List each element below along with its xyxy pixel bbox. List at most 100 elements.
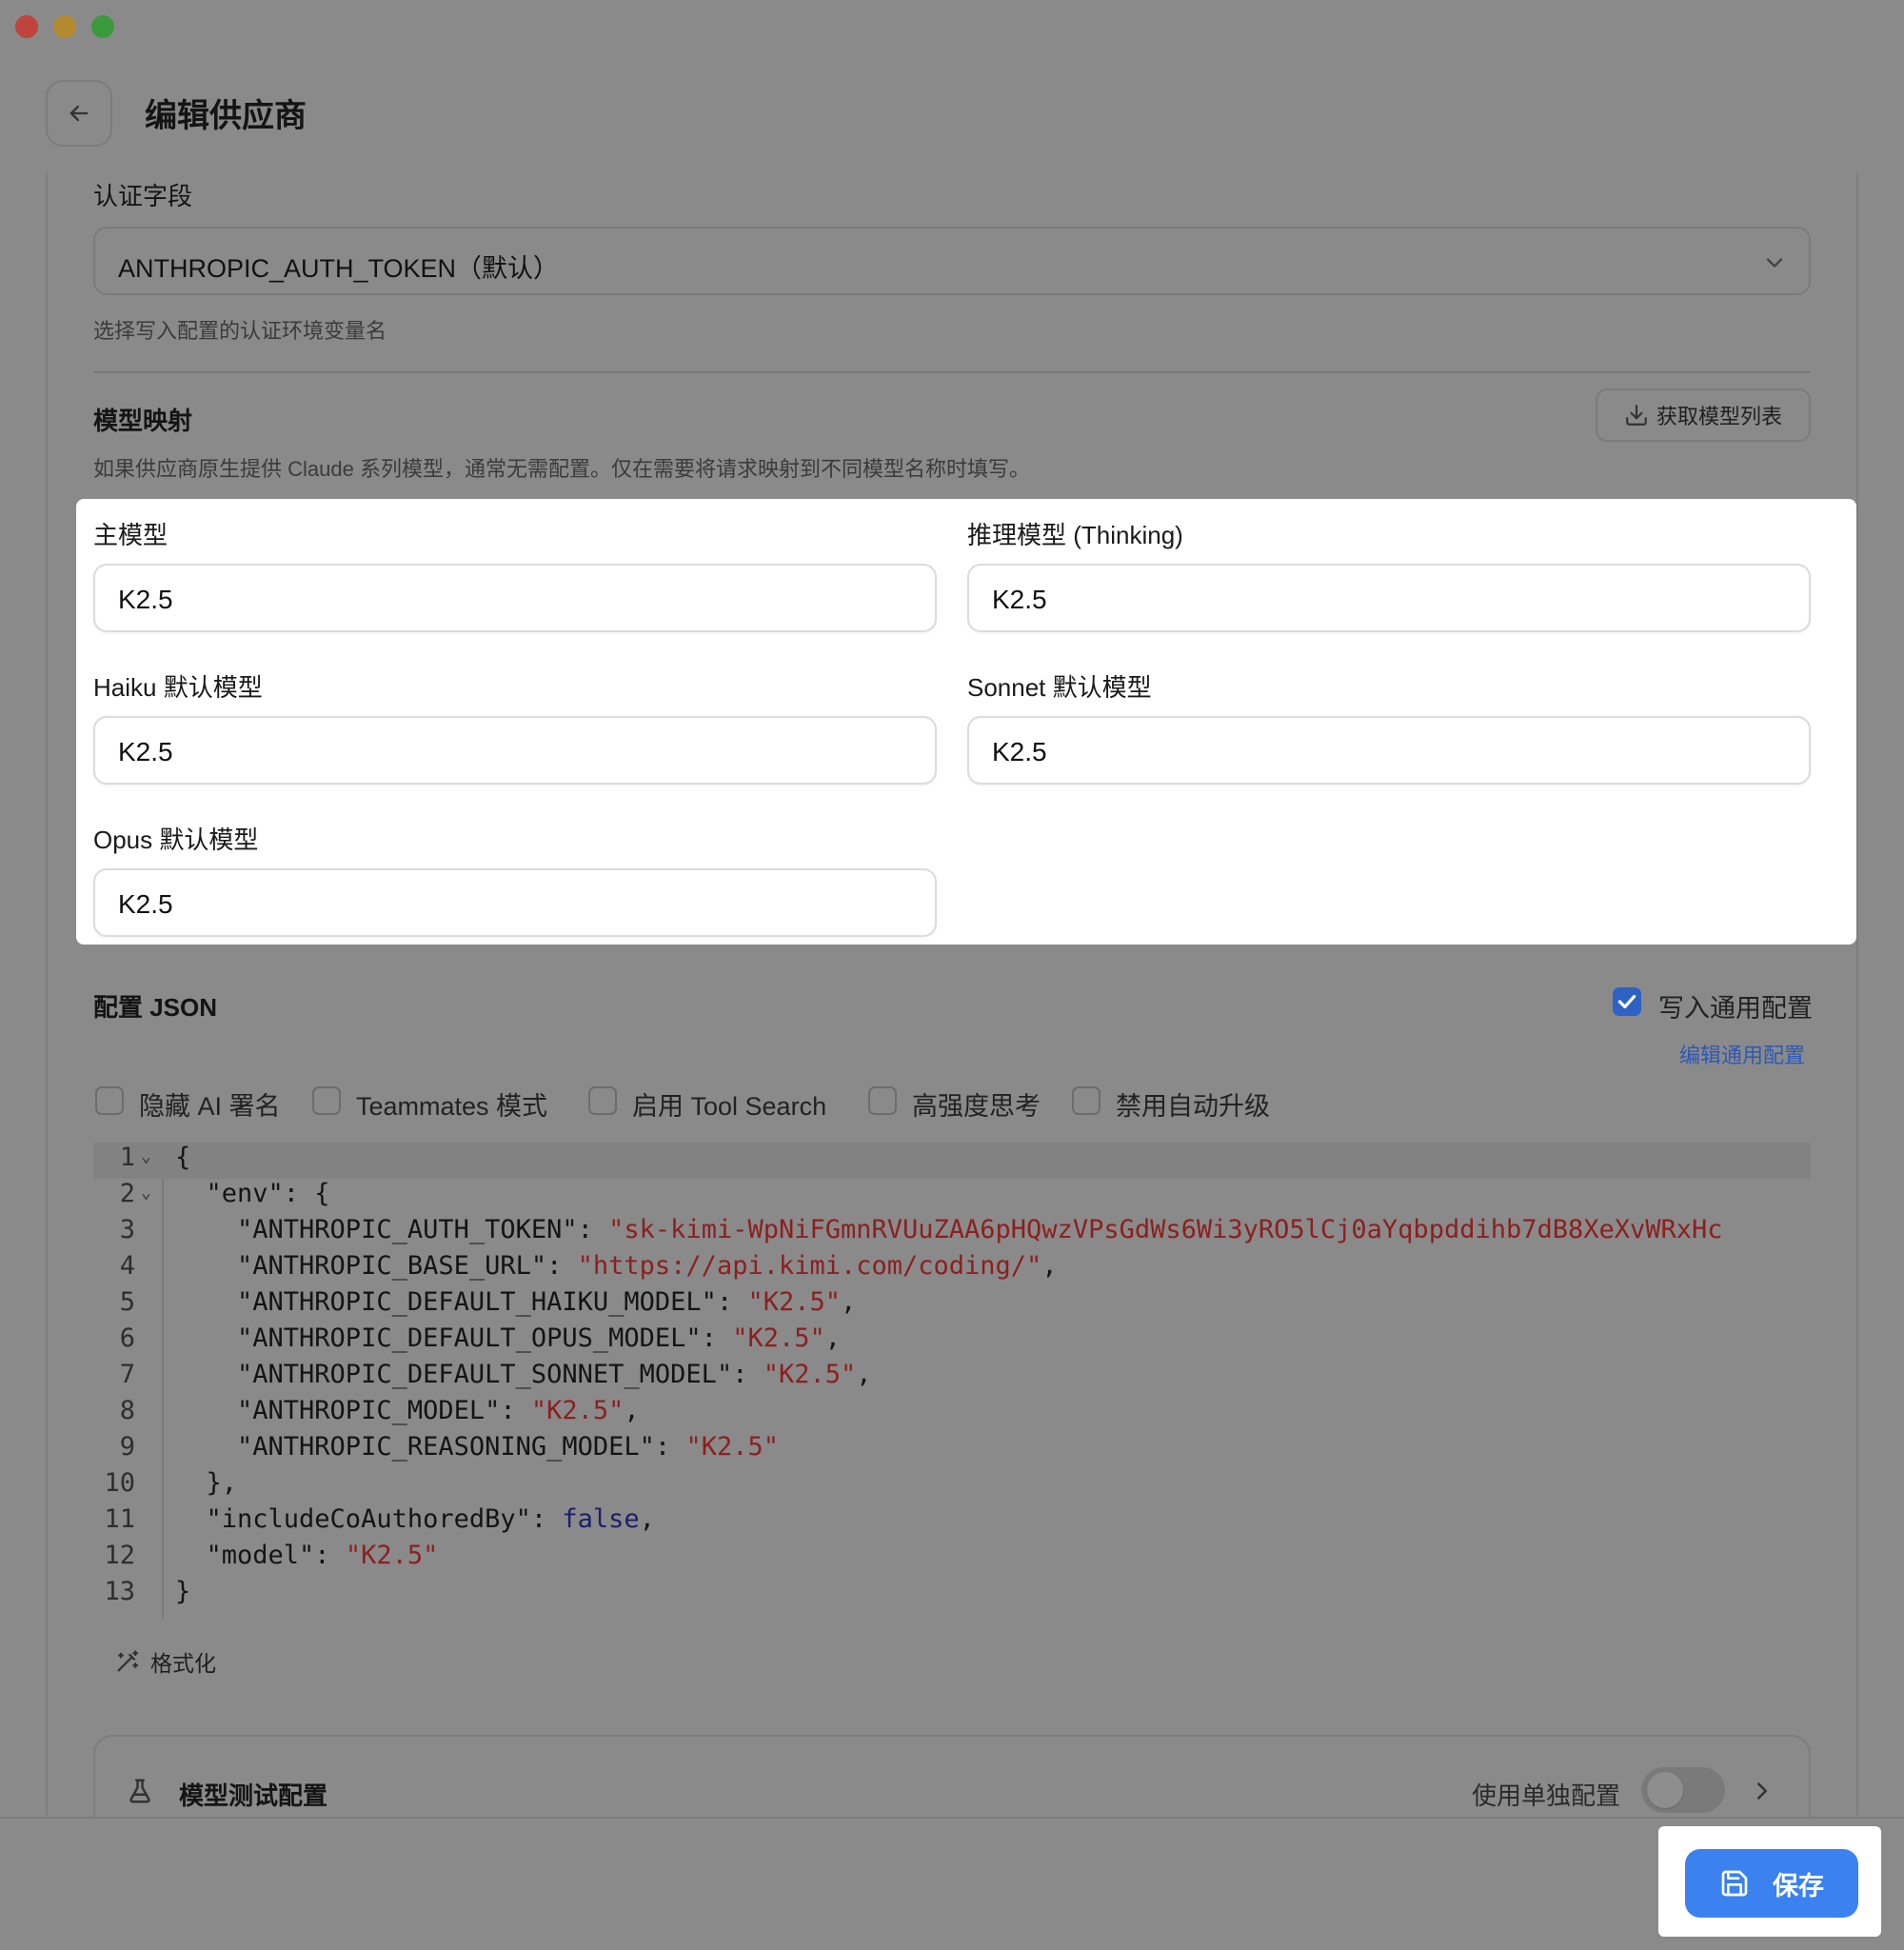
code-line: 10 }, [93, 1468, 1811, 1504]
json-string-token: "sk-kimi-WpNiFGmnRVUuZAA6pHQwzVPsGdWs6Wi… [608, 1215, 1723, 1244]
opus-model-input[interactable]: K2.5 [93, 868, 937, 937]
code-line: 2 ⌄ "env": { [93, 1179, 1811, 1215]
json-string-token: "K2.5" [685, 1432, 779, 1462]
enable-tool-search-checkbox[interactable] [588, 1086, 617, 1115]
line-number: 2 [119, 1179, 135, 1208]
code-text: "ANTHROPIC_DEFAULT_OPUS_MODEL": "K2.5", [175, 1323, 841, 1353]
auth-field-value: ANTHROPIC_AUTH_TOKEN（默认） [118, 254, 560, 283]
enable-tool-search-label: 启用 Tool Search [632, 1092, 827, 1121]
sonnet-model-value: K2.5 [992, 737, 1047, 766]
line-number: 3 [119, 1215, 135, 1244]
json-string-token: "K2.5" [763, 1360, 857, 1389]
line-number: 9 [119, 1432, 135, 1462]
code-text: "env": { [175, 1179, 330, 1208]
fetch-model-list-button[interactable]: 获取模型列表 [1596, 388, 1811, 442]
code-text: "ANTHROPIC_REASONING_MODEL": "K2.5" [175, 1432, 779, 1462]
code-text: "ANTHROPIC_DEFAULT_HAIKU_MODEL": "K2.5", [175, 1287, 856, 1317]
fold-toggle-icon[interactable]: ⌄ [141, 1183, 151, 1203]
zoom-window-button[interactable] [91, 15, 114, 38]
line-number: 1 [119, 1143, 135, 1172]
line-number: 10 [104, 1468, 135, 1498]
use-separate-config-toggle[interactable] [1641, 1767, 1725, 1813]
json-config-title: 配置 JSON [93, 993, 218, 1022]
model-mapping-panel: 主模型 K2.5 推理模型 (Thinking) K2.5 Haiku 默认模型… [76, 499, 1856, 945]
disable-auto-upgrade-checkbox[interactable] [1072, 1086, 1101, 1115]
line-number: 13 [104, 1577, 135, 1606]
chevron-right-icon[interactable] [1748, 1775, 1776, 1807]
code-line: 12 "model": "K2.5" [93, 1541, 1811, 1577]
code-line: 1 ⌄ { [93, 1143, 1811, 1179]
toggle-knob [1647, 1772, 1683, 1808]
code-line: 4 "ANTHROPIC_BASE_URL": "https://api.kim… [93, 1251, 1811, 1287]
json-punct-token: "ANTHROPIC_DEFAULT_HAIKU_MODEL": [175, 1287, 748, 1317]
json-string-token: "K2.5" [732, 1323, 825, 1353]
window-controls [15, 15, 114, 38]
format-json-button[interactable]: 格式化 [114, 1645, 216, 1678]
main-model-value: K2.5 [118, 585, 173, 614]
line-number: 6 [119, 1323, 135, 1353]
hide-ai-signature-checkbox[interactable] [95, 1086, 124, 1115]
code-text: } [175, 1577, 190, 1606]
code-line: 3 "ANTHROPIC_AUTH_TOKEN": "sk-kimi-WpNiF… [93, 1215, 1811, 1251]
disable-auto-upgrade-label: 禁用自动升级 [1116, 1092, 1270, 1121]
json-code-editor[interactable]: 1 ⌄ {2 ⌄ "env": { 3 "ANTHROPIC_AUTH_TOKEN": … [93, 1143, 1811, 1619]
edit-common-config-link[interactable]: 编辑通用配置 [1679, 1039, 1805, 1069]
line-number: 12 [104, 1541, 135, 1570]
sonnet-model-input[interactable]: K2.5 [967, 716, 1811, 785]
json-punct-token: "ANTHROPIC_DEFAULT_SONNET_MODEL": [175, 1360, 764, 1389]
main-model-label: 主模型 [93, 521, 169, 549]
json-punct-token: "ANTHROPIC_BASE_URL": [175, 1251, 578, 1281]
json-punct-token: , [1041, 1251, 1058, 1281]
code-text: "includeCoAuthoredBy": false, [175, 1504, 655, 1534]
json-punct-token: "ANTHROPIC_REASONING_MODEL": [175, 1432, 686, 1462]
code-line: 13} [93, 1577, 1811, 1613]
save-button[interactable]: 保存 [1685, 1849, 1858, 1918]
json-punct-token: "includeCoAuthoredBy": [175, 1504, 563, 1534]
hide-ai-signature-label: 隐藏 AI 署名 [139, 1092, 281, 1121]
auth-field-select[interactable]: ANTHROPIC_AUTH_TOKEN（默认） [93, 227, 1811, 295]
json-punct-token: , [841, 1287, 857, 1317]
back-button[interactable] [46, 80, 112, 147]
thinking-model-input[interactable]: K2.5 [967, 564, 1811, 632]
code-line: 5 "ANTHROPIC_DEFAULT_HAIKU_MODEL": "K2.5… [93, 1287, 1811, 1323]
high-effort-thinking-checkbox[interactable] [868, 1086, 897, 1115]
flask-icon [129, 1779, 150, 1803]
fold-toggle-icon[interactable]: ⌄ [141, 1146, 151, 1166]
high-effort-thinking-label: 高强度思考 [912, 1092, 1041, 1121]
close-window-button[interactable] [15, 15, 38, 38]
model-mapping-hint: 如果供应商原生提供 Claude 系列模型，通常无需配置。仅在需要将请求映射到不… [93, 457, 1030, 481]
haiku-model-input[interactable]: K2.5 [93, 716, 937, 785]
chevron-down-icon [1766, 258, 1783, 268]
json-string-token: "K2.5" [345, 1541, 439, 1570]
code-line: 11 "includeCoAuthoredBy": false, [93, 1504, 1811, 1541]
teammates-mode-label: Teammates 模式 [356, 1092, 548, 1121]
json-punct-token: , [624, 1396, 640, 1425]
line-number: 8 [119, 1396, 135, 1425]
teammates-mode-checkbox[interactable] [312, 1086, 341, 1115]
code-line: 6 "ANTHROPIC_DEFAULT_OPUS_MODEL": "K2.5"… [93, 1323, 1811, 1360]
auth-field-label: 认证字段 [93, 182, 193, 210]
thinking-model-value: K2.5 [992, 585, 1047, 614]
code-text: { [175, 1143, 190, 1172]
save-label: 保存 [1773, 1871, 1824, 1900]
auth-field-hint: 选择写入配置的认证环境变量名 [93, 319, 387, 343]
json-punct-token: { [175, 1143, 191, 1172]
sonnet-model-label: Sonnet 默认模型 [967, 673, 1152, 702]
thinking-model-label: 推理模型 (Thinking) [967, 521, 1183, 549]
save-icon [1721, 1870, 1748, 1897]
code-line: 7 "ANTHROPIC_DEFAULT_SONNET_MODEL": "K2.… [93, 1360, 1811, 1396]
json-string-token: "K2.5" [530, 1396, 625, 1425]
minimize-window-button[interactable] [53, 15, 76, 38]
code-text: "ANTHROPIC_DEFAULT_SONNET_MODEL": "K2.5"… [175, 1360, 872, 1389]
write-common-config-checkbox[interactable] [1613, 987, 1641, 1016]
section-divider [93, 371, 1811, 373]
json-punct-token: "model": [175, 1541, 346, 1570]
line-number: 4 [119, 1251, 135, 1281]
line-number: 7 [119, 1360, 135, 1389]
main-model-input[interactable]: K2.5 [93, 564, 937, 632]
use-separate-config-label: 使用单独配置 [1472, 1781, 1621, 1810]
haiku-model-value: K2.5 [118, 737, 173, 766]
code-line: 8 "ANTHROPIC_MODEL": "K2.5", [93, 1396, 1811, 1432]
code-text: "ANTHROPIC_AUTH_TOKEN": "sk-kimi-WpNiFGm… [175, 1215, 1723, 1244]
save-button-highlight: 保存 [1658, 1826, 1881, 1937]
